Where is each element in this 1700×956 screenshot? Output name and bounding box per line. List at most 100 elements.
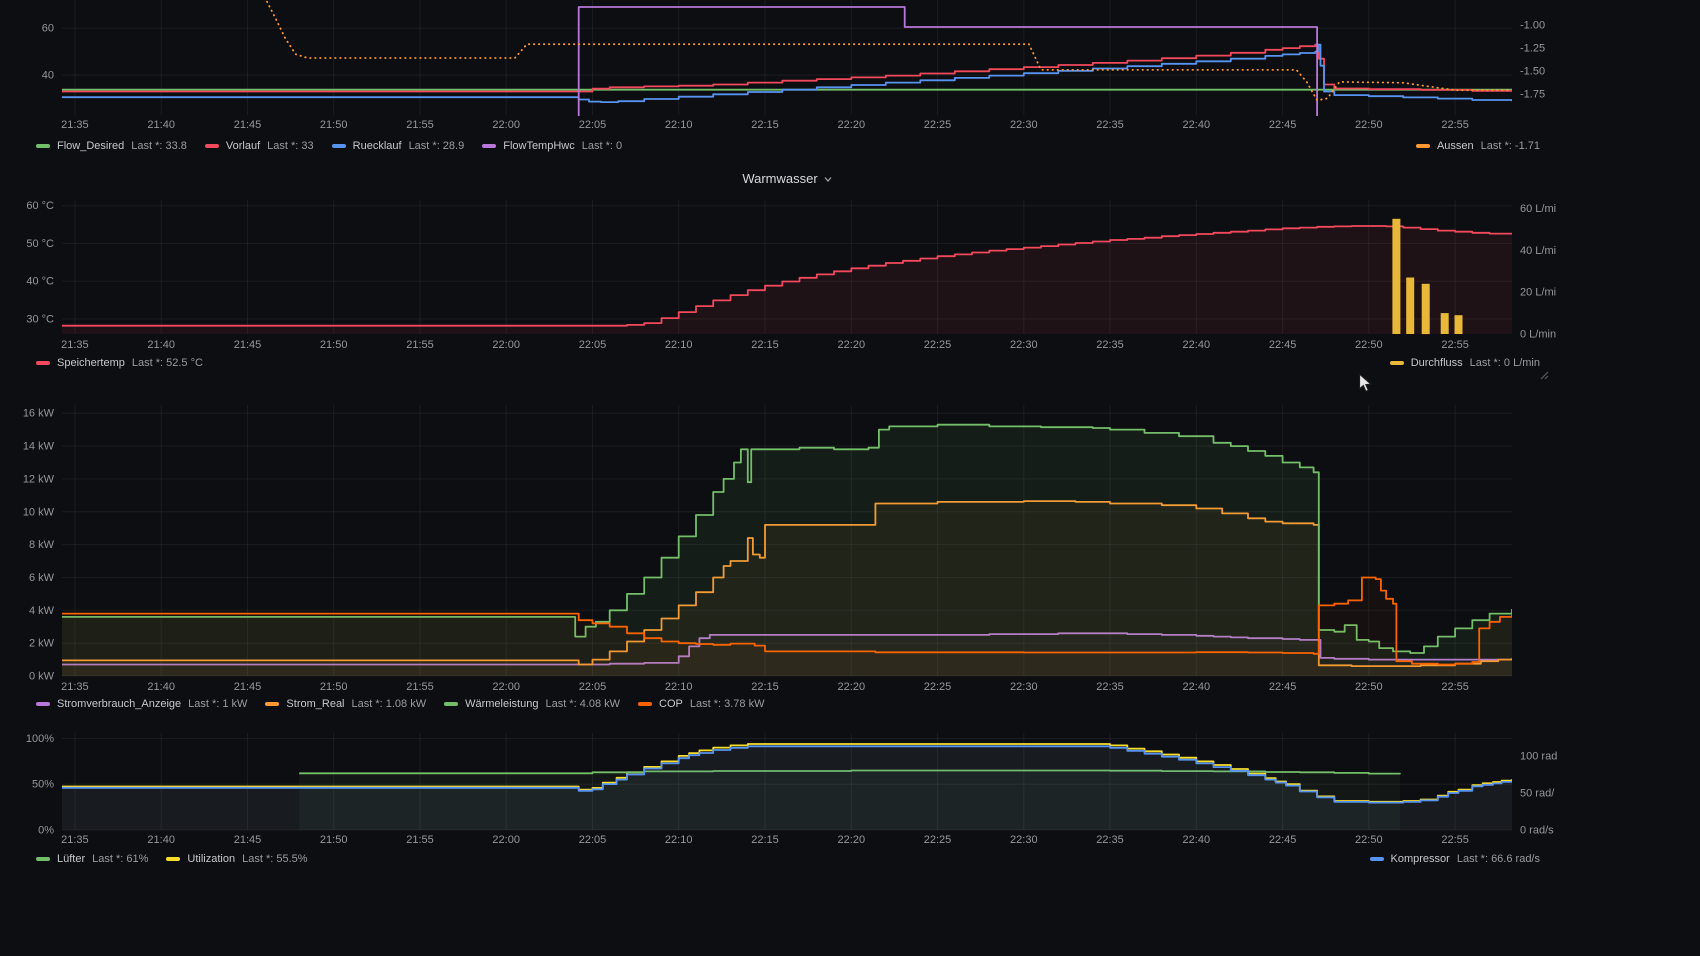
svg-text:22:20: 22:20: [838, 339, 866, 351]
legend-item-flow-desired[interactable]: Flow_DesiredLast *: 33.8: [36, 140, 187, 152]
series-name: FlowTempHwc: [503, 140, 575, 152]
svg-text:22:50: 22:50: [1355, 834, 1383, 846]
svg-text:22:25: 22:25: [924, 339, 952, 351]
legend-item-durchfluss[interactable]: DurchflussLast *: 0 L/min: [1390, 357, 1540, 369]
svg-text:0 L/min: 0 L/min: [1520, 329, 1556, 341]
svg-text:22:30: 22:30: [1010, 681, 1038, 693]
series-last-value: Last *: -1.71: [1481, 140, 1540, 152]
svg-text:100 rad: 100 rad: [1520, 751, 1557, 763]
svg-text:21:45: 21:45: [234, 119, 262, 131]
svg-text:22:45: 22:45: [1269, 834, 1297, 846]
svg-text:22:40: 22:40: [1183, 681, 1211, 693]
series-name: Flow_Desired: [57, 140, 124, 152]
svg-text:22:30: 22:30: [1010, 339, 1038, 351]
legend-item-strom-real[interactable]: Strom_RealLast *: 1.08 kW: [265, 698, 426, 710]
svg-text:22:45: 22:45: [1269, 681, 1297, 693]
panel-resize-handle[interactable]: [1540, 371, 1549, 380]
legend-left-group: SpeichertempLast *: 52.5 °C: [36, 357, 203, 369]
svg-text:2 kW: 2 kW: [29, 638, 55, 650]
legend-item-l-fter[interactable]: LüfterLast *: 61%: [36, 853, 148, 865]
series-last-value: Last *: 33: [267, 140, 313, 152]
svg-text:40 L/mi: 40 L/mi: [1520, 245, 1556, 257]
series-color-marker: [36, 857, 50, 861]
svg-text:21:35: 21:35: [61, 834, 89, 846]
series-color-marker: [1390, 361, 1404, 365]
svg-text:22:00: 22:00: [492, 339, 520, 351]
legend-item-speichertemp[interactable]: SpeichertempLast *: 52.5 °C: [36, 357, 203, 369]
svg-text:22:35: 22:35: [1096, 681, 1124, 693]
svg-text:21:50: 21:50: [320, 339, 348, 351]
series-last-value: Last *: 1.08 kW: [352, 698, 427, 710]
legend-right-group: AussenLast *: -1.71: [1416, 140, 1540, 152]
svg-text:40 °C: 40 °C: [26, 276, 54, 288]
chart-power[interactable]: 21:3521:4021:4521:5021:5522:0022:0522:10…: [0, 400, 1700, 700]
series-last-value: Last *: 0 L/min: [1470, 357, 1540, 369]
legend-item-ruecklauf[interactable]: RuecklaufLast *: 28.9: [332, 140, 465, 152]
legend-item-stromverbrauch-anzeige[interactable]: Stromverbrauch_AnzeigeLast *: 1 kW: [36, 698, 247, 710]
svg-text:100%: 100%: [26, 733, 54, 745]
svg-text:21:35: 21:35: [61, 681, 89, 693]
svg-text:21:40: 21:40: [147, 339, 175, 351]
legend-item-utilization[interactable]: Utilization Last *: 55.5%: [166, 853, 307, 865]
svg-text:-1.75: -1.75: [1520, 88, 1545, 100]
legend-left-group: Stromverbrauch_AnzeigeLast *: 1 kW Strom_…: [36, 698, 764, 710]
legend-item-kompressor[interactable]: KompressorLast *: 66.6 rad/s: [1370, 853, 1540, 865]
legend-power: Stromverbrauch_AnzeigeLast *: 1 kW Strom_…: [0, 696, 1700, 712]
svg-text:14 kW: 14 kW: [23, 441, 55, 453]
mouse-cursor: [1358, 373, 1375, 395]
series-color-marker: [1370, 857, 1384, 861]
legend-item-w-rmeleistung[interactable]: WärmeleistungLast *: 4.08 kW: [444, 698, 620, 710]
svg-text:22:50: 22:50: [1355, 119, 1383, 131]
svg-text:22:15: 22:15: [751, 339, 779, 351]
svg-text:22:35: 22:35: [1096, 834, 1124, 846]
chevron-down-icon: [823, 174, 833, 184]
series-last-value: Last *: 52.5 °C: [132, 357, 203, 369]
legend-item-vorlauf[interactable]: VorlaufLast *: 33: [205, 140, 314, 152]
svg-text:22:20: 22:20: [838, 834, 866, 846]
svg-text:22:50: 22:50: [1355, 681, 1383, 693]
svg-text:6 kW: 6 kW: [29, 572, 55, 584]
legend-item-aussen[interactable]: AussenLast *: -1.71: [1416, 140, 1540, 152]
svg-text:22:25: 22:25: [924, 119, 952, 131]
series-name: Lüfter: [57, 853, 85, 865]
chart-fan-compressor[interactable]: 21:3521:4021:4521:5021:5522:0022:0522:10…: [0, 728, 1700, 854]
legend-item-flowtemphwc[interactable]: FlowTempHwc Last *: 0: [482, 140, 622, 152]
grafana-dashboard: { "dashboard": { "time_ticks": ["21:35",…: [0, 0, 1700, 956]
svg-text:50 rad/: 50 rad/: [1520, 788, 1555, 800]
svg-text:22:05: 22:05: [579, 339, 607, 351]
svg-text:12 kW: 12 kW: [23, 473, 55, 485]
svg-text:22:40: 22:40: [1183, 119, 1211, 131]
legend-item-cop[interactable]: COPLast *: 3.78 kW: [638, 698, 764, 710]
series-color-marker: [36, 144, 50, 148]
panel-title-warmwasser[interactable]: Warmwasser: [0, 171, 1575, 186]
legend-left-group: LüfterLast *: 61% Utilization Last *: 55.5…: [36, 853, 308, 865]
svg-text:20 L/mi: 20 L/mi: [1520, 287, 1556, 299]
series-name: Stromverbrauch_Anzeige: [57, 698, 181, 710]
chart-flow-temperatures[interactable]: 21:3521:4021:4521:5021:5522:0022:0522:10…: [0, 0, 1700, 136]
svg-text:16 kW: 16 kW: [23, 408, 55, 420]
series-last-value: Last *: 4.08 kW: [545, 698, 620, 710]
svg-text:22:00: 22:00: [492, 681, 520, 693]
svg-text:21:35: 21:35: [61, 339, 89, 351]
svg-text:22:10: 22:10: [665, 119, 693, 131]
svg-text:50 °C: 50 °C: [26, 238, 54, 250]
svg-text:22:55: 22:55: [1441, 681, 1469, 693]
svg-text:21:55: 21:55: [406, 681, 434, 693]
legend-right-group: DurchflussLast *: 0 L/min: [1390, 357, 1540, 369]
svg-text:22:00: 22:00: [492, 834, 520, 846]
series-last-value: Last *: 0: [582, 140, 622, 152]
series-name: COP: [659, 698, 683, 710]
svg-text:22:05: 22:05: [579, 119, 607, 131]
svg-text:21:55: 21:55: [406, 339, 434, 351]
svg-text:21:50: 21:50: [320, 119, 348, 131]
series-color-marker: [482, 144, 496, 148]
svg-text:40: 40: [42, 70, 54, 82]
svg-text:22:20: 22:20: [838, 681, 866, 693]
series-last-value: Last *: 55.5%: [242, 853, 307, 865]
series-name: Utilization: [187, 853, 235, 865]
svg-text:22:15: 22:15: [751, 834, 779, 846]
svg-text:22:45: 22:45: [1269, 339, 1297, 351]
svg-text:0 rad/s: 0 rad/s: [1520, 825, 1554, 837]
chart-warmwasser[interactable]: 21:3521:4021:4521:5021:5522:0022:0522:10…: [0, 196, 1700, 364]
svg-text:21:45: 21:45: [234, 339, 262, 351]
